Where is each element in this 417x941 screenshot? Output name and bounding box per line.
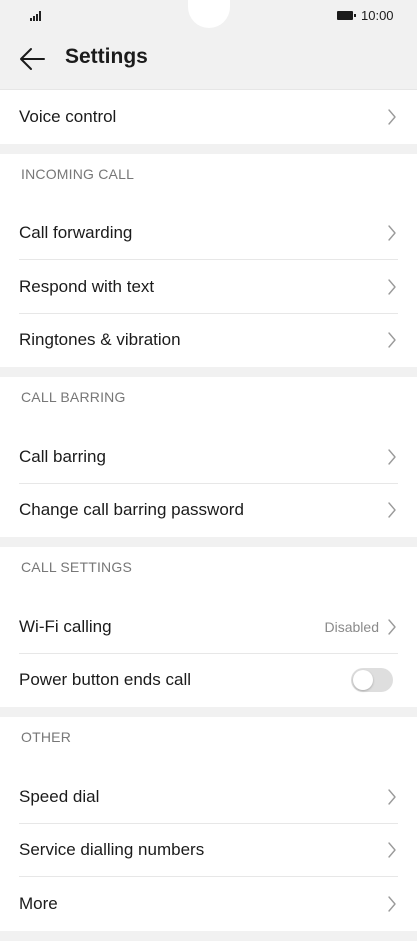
settings-row-call-forwarding[interactable]: Call forwarding — [0, 207, 417, 260]
signal-strength-icon — [30, 11, 44, 21]
row-label: Change call barring password — [19, 500, 244, 520]
section-header: INCOMING CALL — [21, 165, 135, 182]
settings-row-service-dialling-numbers[interactable]: Service dialling numbers — [0, 824, 417, 877]
battery-icon — [337, 11, 356, 20]
chevron-right-icon — [388, 332, 396, 348]
section-header: OTHER — [21, 729, 71, 745]
row-label: Power button ends call — [19, 670, 191, 690]
back-arrow-icon[interactable] — [18, 46, 46, 72]
row-label: Service dialling numbers — [19, 840, 205, 860]
settings-row-call-barring[interactable]: Call barring — [0, 430, 417, 484]
settings-row-change-call-barring-password[interactable]: Change call barring password — [0, 484, 417, 538]
chevron-right-icon — [388, 842, 396, 858]
settings-list: Voice control INCOMING CALL Call forwardin… — [0, 89, 417, 941]
chevron-right-icon — [388, 449, 396, 465]
row-label: Voice control — [19, 106, 117, 126]
row-label: Wi-Fi calling — [19, 616, 112, 636]
page-title: Settings — [65, 45, 148, 68]
app-header: Settings — [0, 34, 417, 84]
status-time: 10:00 — [361, 8, 394, 23]
settings-group: CALL BARRING Call barring Change call barr… — [0, 377, 417, 537]
row-label: Call forwarding — [19, 223, 133, 243]
row-label: Respond with text — [19, 276, 155, 296]
chevron-right-icon — [388, 502, 396, 518]
settings-group: Voice control — [0, 89, 417, 144]
chevron-right-icon — [388, 279, 396, 295]
settings-row-respond-with-text[interactable]: Respond with text — [0, 260, 417, 314]
settings-row-speed-dial[interactable]: Speed dial — [0, 770, 417, 824]
power-button-ends-call-toggle[interactable] — [351, 668, 393, 693]
chevron-right-icon — [388, 619, 396, 635]
settings-row-wi-fi-calling[interactable]: Wi-Fi calling Disabled — [0, 600, 417, 654]
chevron-right-icon — [388, 789, 396, 805]
settings-row-ringtones-and-vibration[interactable]: Ringtones & vibration — [0, 314, 417, 368]
toggle-knob — [353, 670, 373, 691]
settings-group: INCOMING CALL Call forwarding Respond with… — [0, 153, 417, 368]
section-header: CALL BARRING — [21, 389, 126, 405]
chevron-right-icon — [388, 225, 396, 241]
status-bar: 10:00 — [0, 0, 417, 34]
row-label: Ringtones & vibration — [19, 330, 181, 350]
settings-group: CALL SETTINGS Wi-Fi calling Disabled Power … — [0, 547, 417, 707]
row-value: Disabled — [324, 618, 379, 635]
camera-notch — [188, 0, 230, 28]
row-label: Call barring — [19, 446, 106, 466]
settings-group: OTHER Speed dial Service dialling numbers M… — [0, 717, 417, 931]
row-label: Speed dial — [19, 786, 100, 806]
chevron-right-icon — [388, 109, 396, 125]
settings-row-voice-control[interactable]: Voice control — [0, 90, 417, 144]
settings-row-power-button-ends-call[interactable]: Power button ends call — [0, 654, 417, 708]
section-header: CALL SETTINGS — [21, 559, 132, 575]
